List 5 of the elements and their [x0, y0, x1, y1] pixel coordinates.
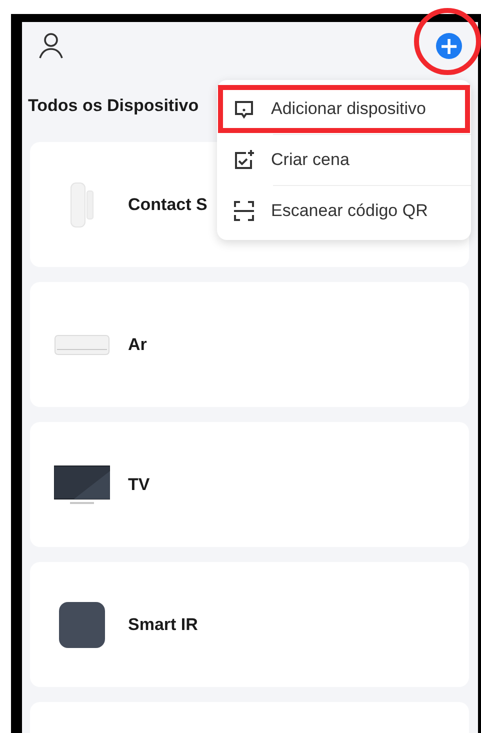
device-name: Smart IR	[128, 614, 198, 634]
device-name: TV	[128, 474, 150, 494]
section-title: Todos os Dispositivo	[28, 96, 199, 116]
device-name: Contact S	[128, 194, 208, 214]
device-name: Ar	[128, 334, 147, 354]
